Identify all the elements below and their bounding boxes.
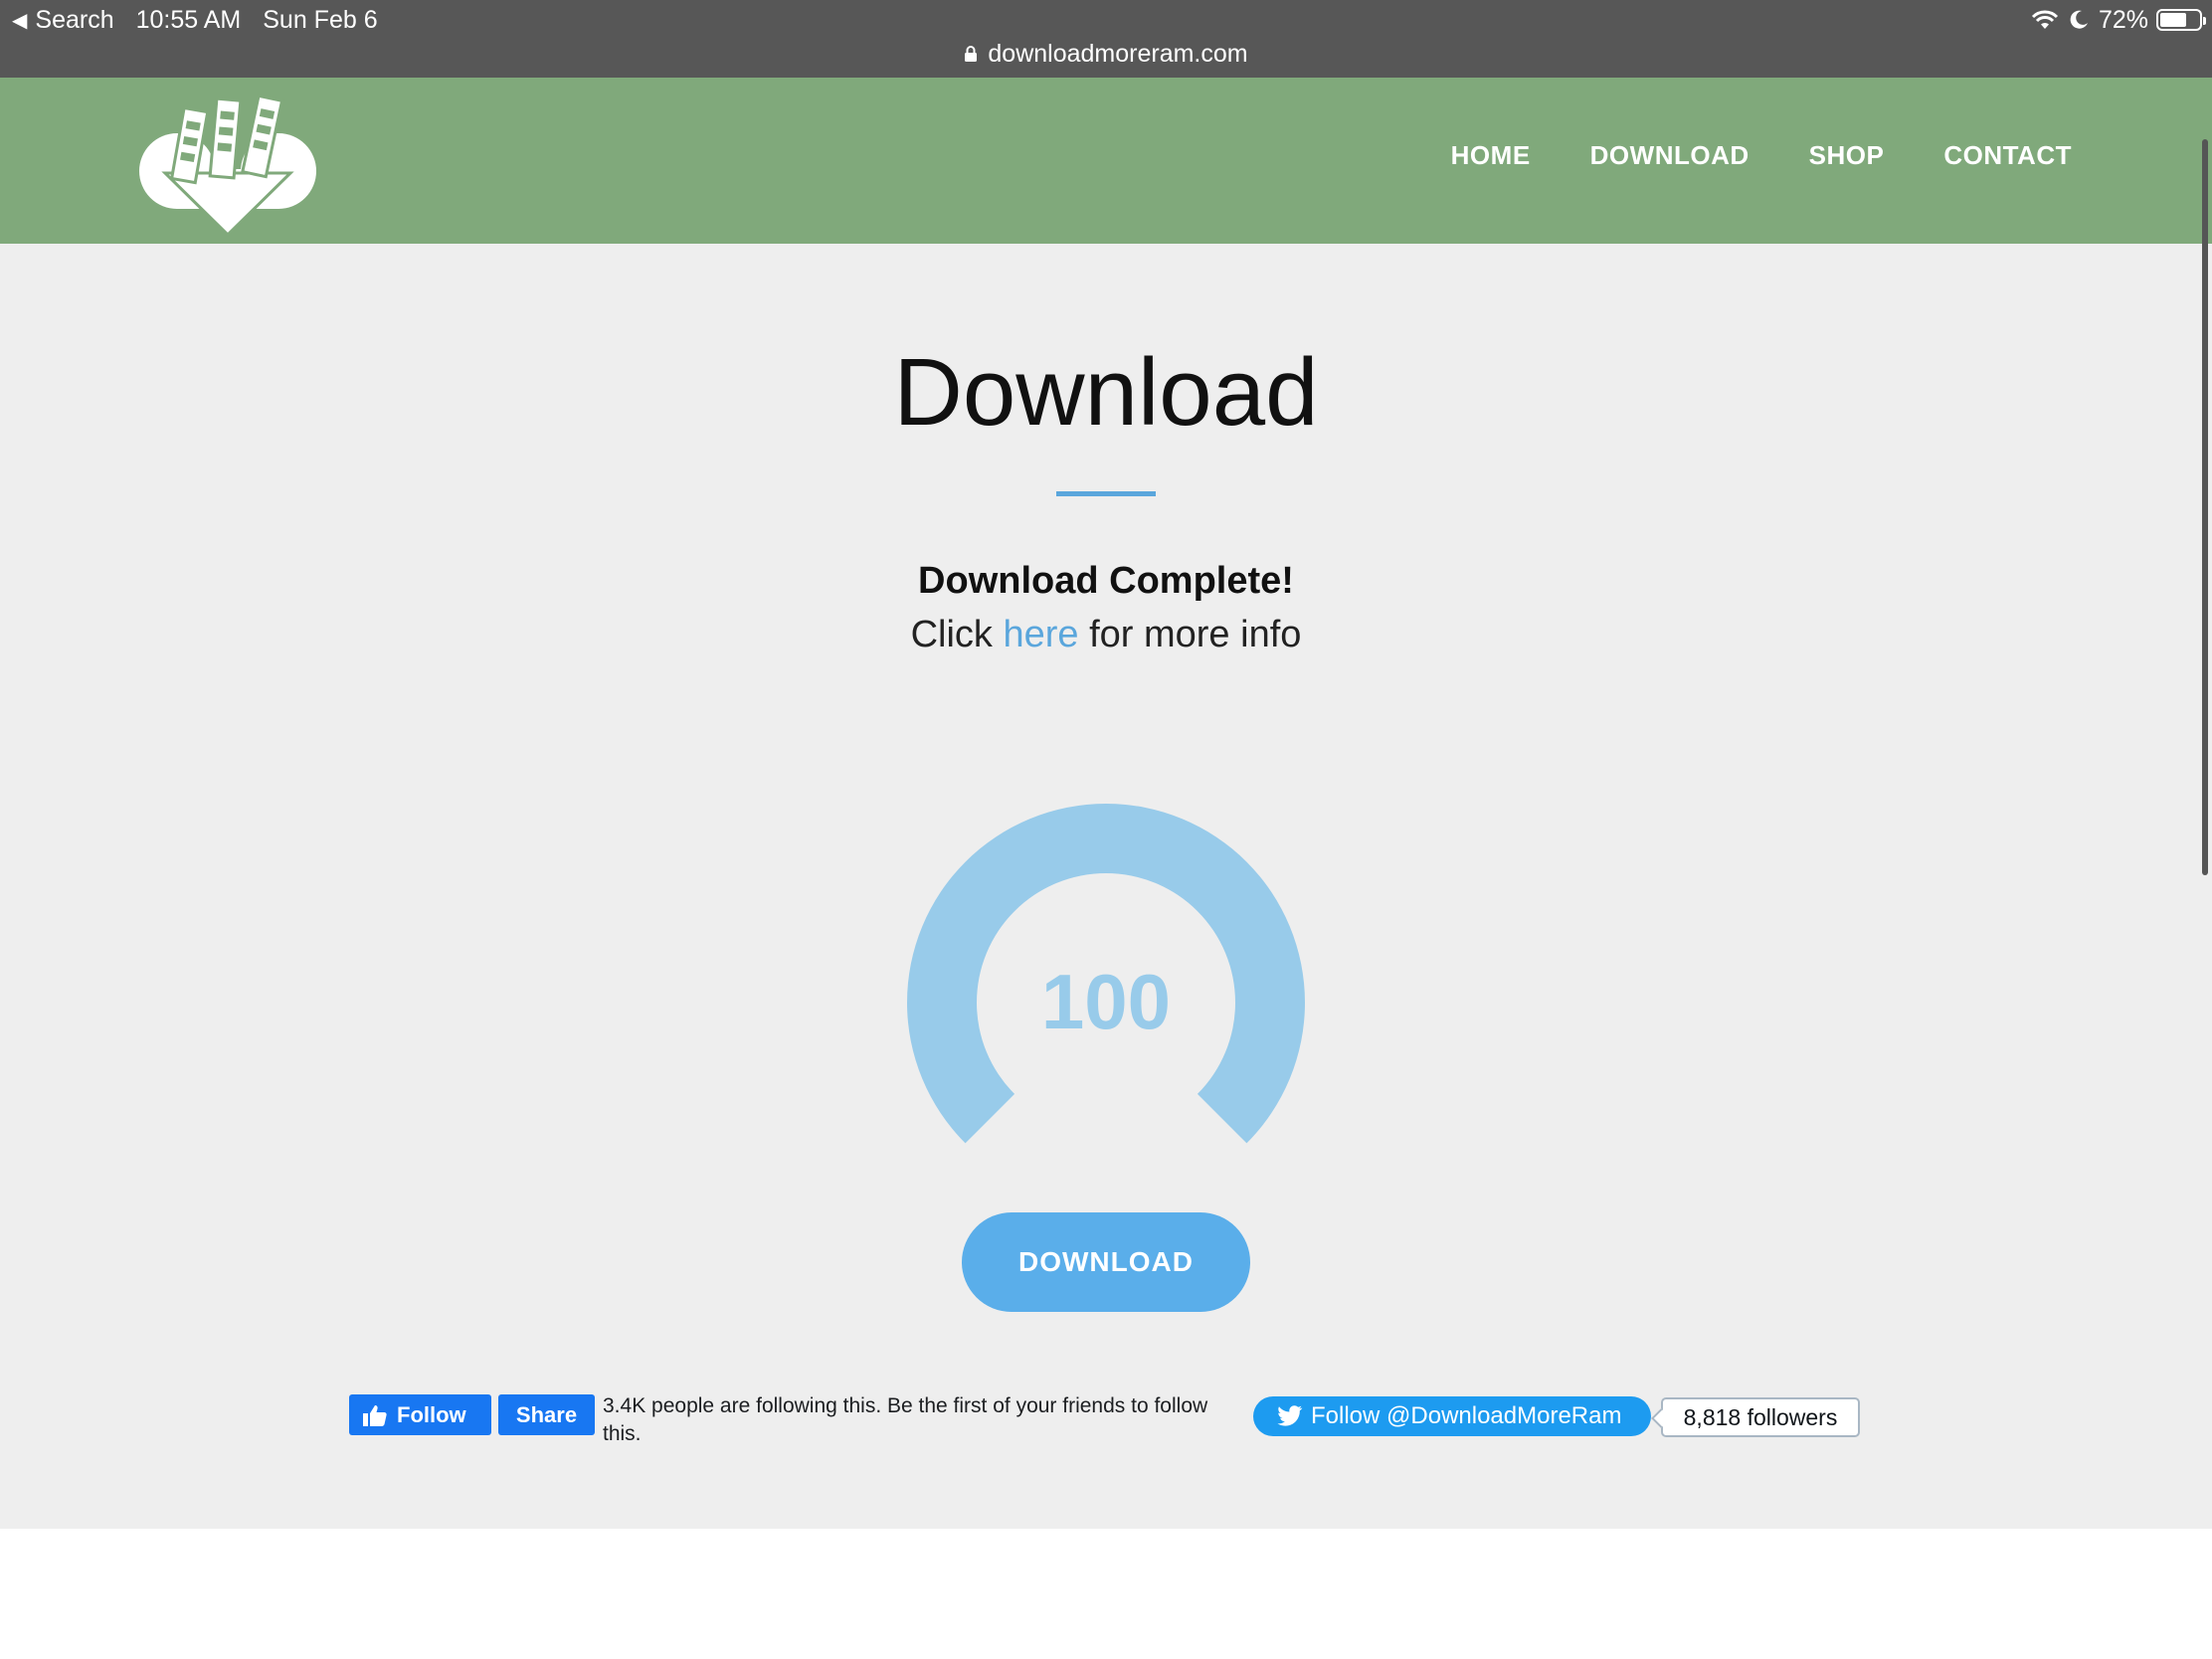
- more-info-link[interactable]: here: [1003, 614, 1078, 655]
- wifi-icon: [2031, 10, 2059, 29]
- nav-download-link[interactable]: DOWNLOAD: [1590, 140, 1750, 171]
- more-info-suffix: for more info: [1078, 614, 1302, 655]
- battery-icon: [2156, 9, 2206, 31]
- status-left: ◀ Search 10:55 AM Sun Feb 6: [12, 4, 378, 36]
- nav-contact-link[interactable]: CONTACT: [1943, 140, 2072, 171]
- nav-shop-link[interactable]: SHOP: [1809, 140, 1885, 171]
- nav-home-link[interactable]: HOME: [1451, 140, 1531, 171]
- back-to-search-label[interactable]: Search: [35, 6, 113, 35]
- twitter-bird-icon: [1277, 1405, 1303, 1426]
- gauge-value: 100: [1040, 958, 1172, 1045]
- facebook-share-button[interactable]: Share: [498, 1394, 595, 1435]
- main-content: Download Download Complete! Click here f…: [0, 244, 2212, 1529]
- thumbs-up-icon: [363, 1404, 387, 1426]
- twitter-follower-count-label: 8,818 followers: [1683, 1403, 1838, 1430]
- more-info-line: Click here for more info: [0, 614, 2212, 656]
- facebook-follow-label: Follow: [397, 1401, 466, 1427]
- facebook-share-label: Share: [515, 1401, 578, 1427]
- page-scrollbar[interactable]: [2202, 139, 2208, 875]
- page-title: Download: [893, 339, 1319, 446]
- download-complete-heading: Download Complete!: [918, 560, 1294, 602]
- twitter-follow-label: Follow @DownloadMoreRam: [1311, 1402, 1622, 1429]
- address-bar[interactable]: downloadmoreram.com: [0, 36, 2212, 72]
- facebook-follower-text: 3.4K people are following this. Be the f…: [603, 1394, 1208, 1445]
- status-date: Sun Feb 6: [263, 5, 378, 34]
- title-divider: [1056, 491, 1156, 496]
- status-right: 72%: [2031, 4, 2206, 36]
- site-header: HOME DOWNLOAD SHOP CONTACT: [0, 78, 2212, 244]
- back-arrow-icon[interactable]: ◀: [12, 8, 27, 33]
- moon-icon: [2070, 10, 2088, 29]
- more-info-prefix: Click: [910, 614, 1004, 655]
- url-text[interactable]: downloadmoreram.com: [988, 40, 1247, 69]
- download-button[interactable]: DOWNLOAD: [962, 1212, 1250, 1312]
- facebook-follow-button[interactable]: Follow: [349, 1394, 491, 1435]
- lock-icon: [965, 46, 978, 62]
- download-ram-logo-icon[interactable]: [137, 90, 318, 239]
- twitter-follower-count[interactable]: 8,818 followers: [1651, 1397, 1860, 1437]
- ios-status-bar: ◀ Search 10:55 AM Sun Feb 6 72% download…: [0, 0, 2212, 78]
- twitter-follow-button[interactable]: Follow @DownloadMoreRam: [1253, 1396, 1651, 1436]
- status-time: 10:55 AM: [135, 5, 242, 34]
- battery-percent: 72%: [2098, 5, 2148, 34]
- main-nav: HOME DOWNLOAD SHOP CONTACT: [1391, 78, 2072, 233]
